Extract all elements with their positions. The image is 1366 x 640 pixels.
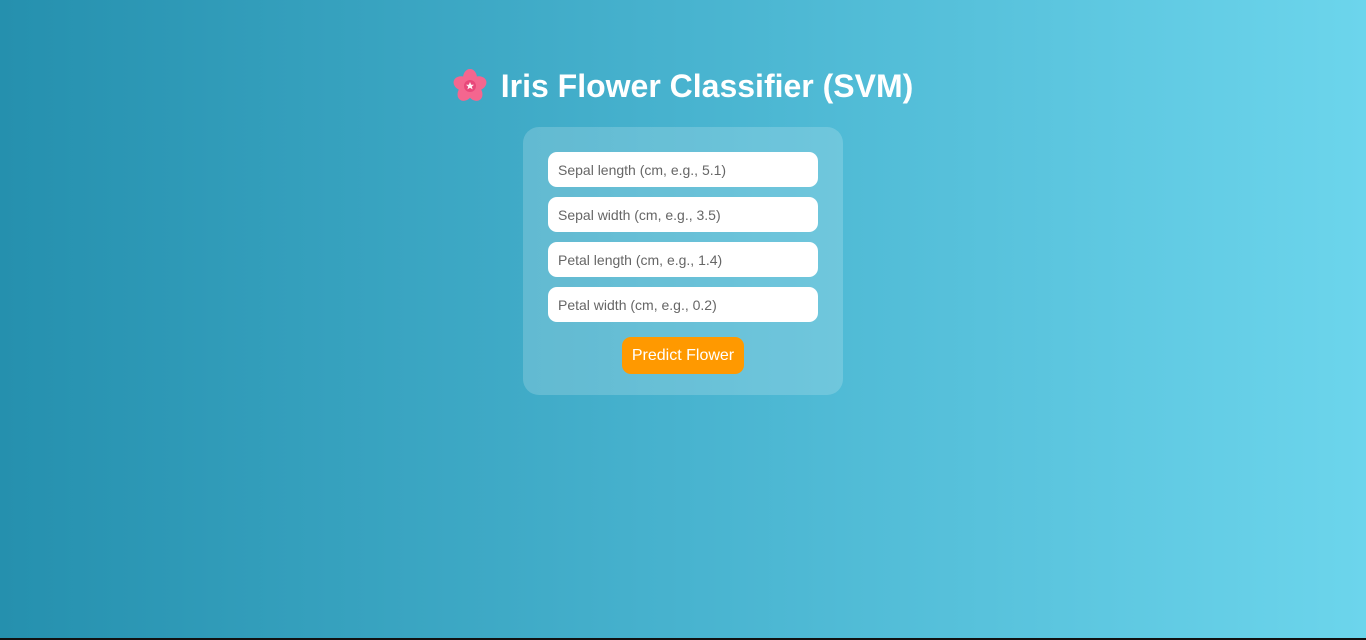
- sepal-width-input[interactable]: [548, 197, 818, 232]
- page-header: Iris Flower Classifier (SVM): [0, 66, 1366, 112]
- petal-width-input[interactable]: [548, 287, 818, 322]
- predict-flower-button[interactable]: Predict Flower: [622, 337, 744, 374]
- petal-length-input[interactable]: [548, 242, 818, 277]
- title-wrap: Iris Flower Classifier (SVM): [453, 66, 914, 106]
- sepal-length-input[interactable]: [548, 152, 818, 187]
- cherry-blossom-icon: [453, 69, 487, 103]
- page-title: Iris Flower Classifier (SVM): [500, 68, 914, 104]
- prediction-form: Predict Flower: [523, 127, 843, 395]
